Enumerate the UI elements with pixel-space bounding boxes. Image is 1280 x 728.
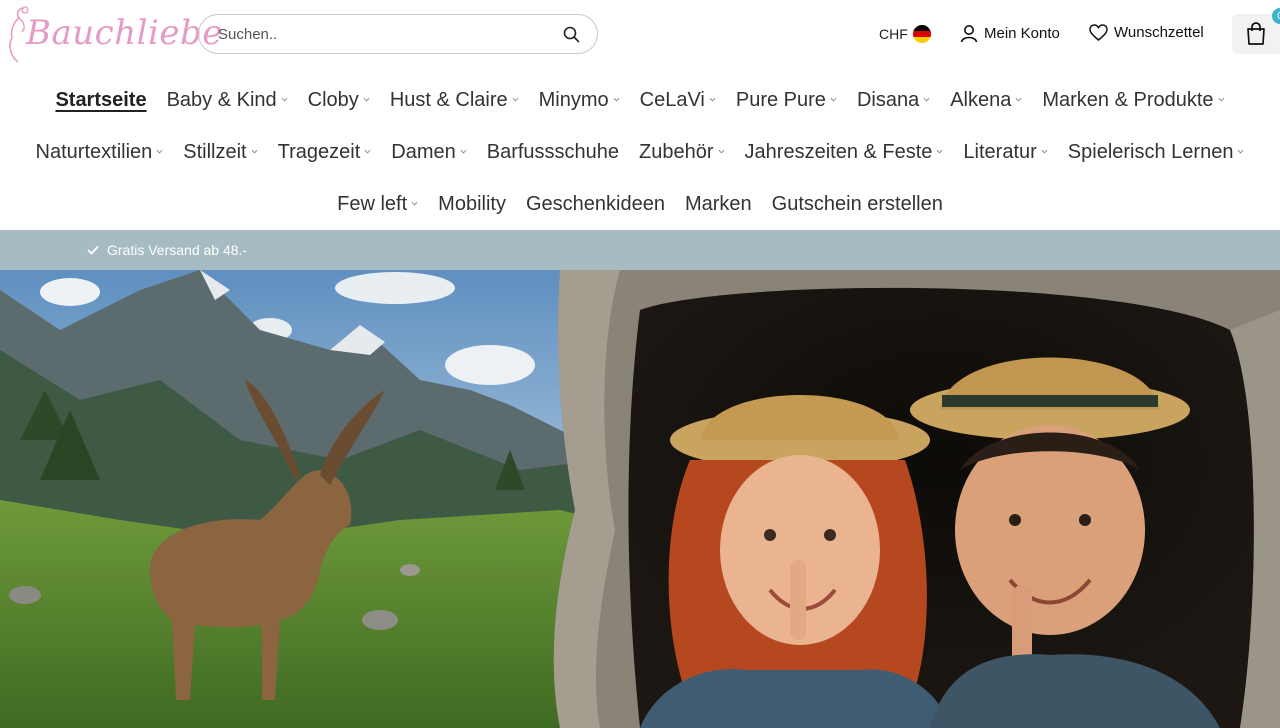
main-navigation: Startseite Baby & Kind Cloby Hust & Clai… [0,74,1280,230]
nav-item-label: Hust & Claire [389,88,508,111]
chevron-down-icon [718,149,725,154]
nav-item-pure-pure[interactable]: Pure Pure [726,86,847,114]
nav-item-tragezeit[interactable]: Tragezeit [268,138,382,166]
nav-item-baby-kind[interactable]: Baby & Kind [157,86,298,114]
nav-item-few-left[interactable]: Few left [327,190,428,218]
nav-item-label: Zubehör [639,140,714,163]
nav-item-zubehoer[interactable]: Zubehör [629,138,735,166]
currency-selector[interactable]: CHF [879,25,931,43]
chevron-down-icon [364,149,371,154]
nav-item-geschenkideen[interactable]: Geschenkideen [516,190,675,218]
cart-count-badge: 0 [1272,8,1280,24]
nav-item-jahreszeiten-feste[interactable]: Jahreszeiten & Feste [735,138,954,166]
nav-item-label: Gutschein erstellen [771,192,943,215]
hero-banner-image[interactable] [0,270,1280,728]
wishlist-link[interactable]: Wunschzettel [1089,24,1204,41]
nav-item-marken[interactable]: Marken [675,190,762,218]
nav-item-label: Startseite [55,88,147,111]
nav-item-label: Barfussschuhe [486,140,620,163]
nav-item-label: Alkena [950,88,1012,111]
nav-item-literatur[interactable]: Literatur [953,138,1057,166]
chevron-down-icon [1041,149,1048,154]
shipping-info-bar: Gratis Versand ab 48.- [0,230,1280,270]
nav-item-label: Minymo [538,88,609,111]
chevron-down-icon [411,201,418,206]
chevron-down-icon [1218,97,1225,102]
nav-item-label: Cloby [307,88,359,111]
nav-item-cloby[interactable]: Cloby [298,86,380,114]
heart-icon [1089,24,1108,41]
nav-item-label: Naturtextilien [35,140,153,163]
nav-row-3: Few left Mobility Geschenkideen Marken G… [0,190,1280,218]
nav-row-1: Startseite Baby & Kind Cloby Hust & Clai… [0,86,1280,114]
chevron-down-icon [512,97,519,102]
nav-item-label: Baby & Kind [166,88,277,111]
nav-item-label: Marken [684,192,752,215]
brand-logo[interactable]: Bauchliebe [4,0,222,66]
nav-item-disana[interactable]: Disana [847,86,940,114]
chevron-down-icon [1237,149,1244,154]
search-bar [198,14,598,54]
chevron-down-icon [830,97,837,102]
nav-item-label: Jahreszeiten & Feste [744,140,933,163]
nav-item-stillzeit[interactable]: Stillzeit [173,138,267,166]
nav-item-label: Pure Pure [735,88,826,111]
nav-item-label: CeLaVi [639,88,705,111]
hero-illustration [0,270,1280,728]
nav-item-marken-produkte[interactable]: Marken & Produkte [1032,86,1234,114]
nav-item-label: Disana [856,88,920,111]
nav-item-minymo[interactable]: Minymo [529,86,630,114]
chevron-down-icon [936,149,943,154]
shopping-bag-icon [1247,22,1265,45]
nav-item-celavi[interactable]: CeLaVi [630,86,726,114]
account-label: Mein Konto [984,25,1060,42]
nav-item-hust-claire[interactable]: Hust & Claire [380,86,529,114]
nav-item-barfussschuhe[interactable]: Barfussschuhe [477,138,629,166]
nav-item-spielerisch-lernen[interactable]: Spielerisch Lernen [1058,138,1255,166]
chevron-down-icon [460,149,467,154]
nav-row-2: Naturtextilien Stillzeit Tragezeit Damen… [0,138,1280,166]
nav-item-label: Geschenkideen [525,192,665,215]
chevron-down-icon [251,149,258,154]
nav-item-mobility[interactable]: Mobility [428,190,516,218]
nav-item-label: Spielerisch Lernen [1067,140,1234,163]
search-icon[interactable] [561,24,581,44]
wishlist-label: Wunschzettel [1114,24,1204,41]
nav-item-label: Stillzeit [183,140,247,163]
pregnant-silhouette-icon [9,6,29,63]
cart-button[interactable]: 0 [1232,8,1280,54]
currency-label: CHF [879,26,908,42]
chevron-down-icon [613,97,620,102]
chevron-down-icon [281,97,288,102]
nav-item-label: Damen [391,140,456,163]
shipping-info-text: Gratis Versand ab 48.- [107,242,248,258]
chevron-down-icon [709,97,716,102]
nav-item-label: Literatur [963,140,1037,163]
account-link[interactable]: Mein Konto [960,24,1060,43]
nav-item-damen[interactable]: Damen [381,138,476,166]
checkmark-icon [87,245,99,255]
site-header: Bauchliebe CHF Mein Konto Wunschzettel 0 [0,0,1280,70]
nav-item-label: Few left [337,192,408,215]
chevron-down-icon [363,97,370,102]
nav-item-label: Tragezeit [277,140,361,163]
user-icon [960,25,978,43]
chevron-down-icon [156,149,163,154]
nav-item-naturtextilien[interactable]: Naturtextilien [26,138,174,166]
german-flag-icon [912,25,931,43]
nav-item-startseite[interactable]: Startseite [45,86,156,114]
nav-item-label: Marken & Produkte [1042,88,1214,111]
nav-item-gutschein-erstellen[interactable]: Gutschein erstellen [762,190,953,218]
chevron-down-icon [1015,97,1022,102]
nav-item-label: Mobility [438,192,506,215]
search-input[interactable] [218,25,561,43]
chevron-down-icon [923,97,930,102]
nav-item-alkena[interactable]: Alkena [940,86,1032,114]
